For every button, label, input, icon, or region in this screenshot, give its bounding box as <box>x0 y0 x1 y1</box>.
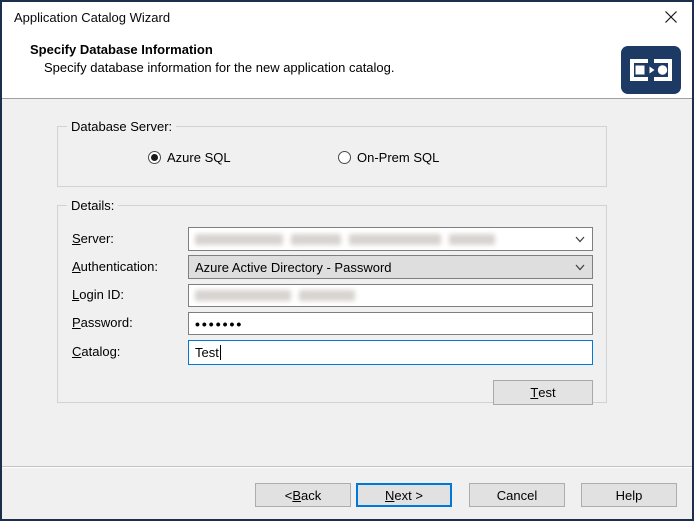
authentication-value: Azure Active Directory - Password <box>195 260 392 275</box>
login-id-input[interactable] <box>188 284 593 307</box>
wizard-header: Specify Database Information Specify dat… <box>2 32 692 99</box>
password-input[interactable]: ••••••• <box>188 312 593 335</box>
details-group-label: Details: <box>67 198 118 213</box>
password-mask: ••••••• <box>195 316 243 332</box>
radio-azure-sql[interactable]: Azure SQL <box>148 147 231 167</box>
application-catalog-wizard-window: Application Catalog Wizard Specify Datab… <box>0 0 694 521</box>
chevron-down-icon <box>575 236 585 243</box>
window-title: Application Catalog Wizard <box>14 10 170 25</box>
radio-azure-sql-label: Azure SQL <box>167 150 231 165</box>
catalog-label: Catalog: <box>72 344 120 360</box>
titlebar: Application Catalog Wizard <box>2 2 692 32</box>
redacted-text <box>195 290 586 301</box>
server-label: Server: <box>72 231 114 247</box>
server-combobox[interactable] <box>188 227 593 251</box>
close-icon <box>664 10 678 24</box>
page-subtitle: Specify database information for the new… <box>44 60 395 75</box>
authentication-label: Authentication: <box>72 259 158 275</box>
catalog-input[interactable]: Test <box>188 340 593 365</box>
cancel-button[interactable]: Cancel <box>469 483 565 507</box>
next-button[interactable]: Next > <box>356 483 452 507</box>
text-caret <box>220 345 221 360</box>
login-id-label: Login ID: <box>72 287 124 303</box>
database-server-options: Azure SQL On-Prem SQL <box>2 147 694 167</box>
authentication-dropdown[interactable]: Azure Active Directory - Password <box>188 255 593 279</box>
page-title: Specify Database Information <box>30 42 213 57</box>
radio-onprem-sql[interactable]: On-Prem SQL <box>338 147 439 167</box>
redacted-text <box>195 234 568 245</box>
radio-unselected-icon <box>338 151 351 164</box>
radio-selected-icon <box>148 151 161 164</box>
catalog-value: Test <box>195 345 219 360</box>
application-catalog-logo-icon <box>621 46 681 94</box>
footer-separator <box>2 466 694 468</box>
close-button[interactable] <box>650 2 692 32</box>
back-button[interactable]: < Back <box>255 483 351 507</box>
database-server-group-label: Database Server: <box>67 119 176 134</box>
password-label: Password: <box>72 315 133 331</box>
chevron-down-icon <box>575 264 585 271</box>
radio-onprem-sql-label: On-Prem SQL <box>357 150 439 165</box>
test-button[interactable]: Test <box>493 380 593 405</box>
help-button[interactable]: Help <box>581 483 677 507</box>
